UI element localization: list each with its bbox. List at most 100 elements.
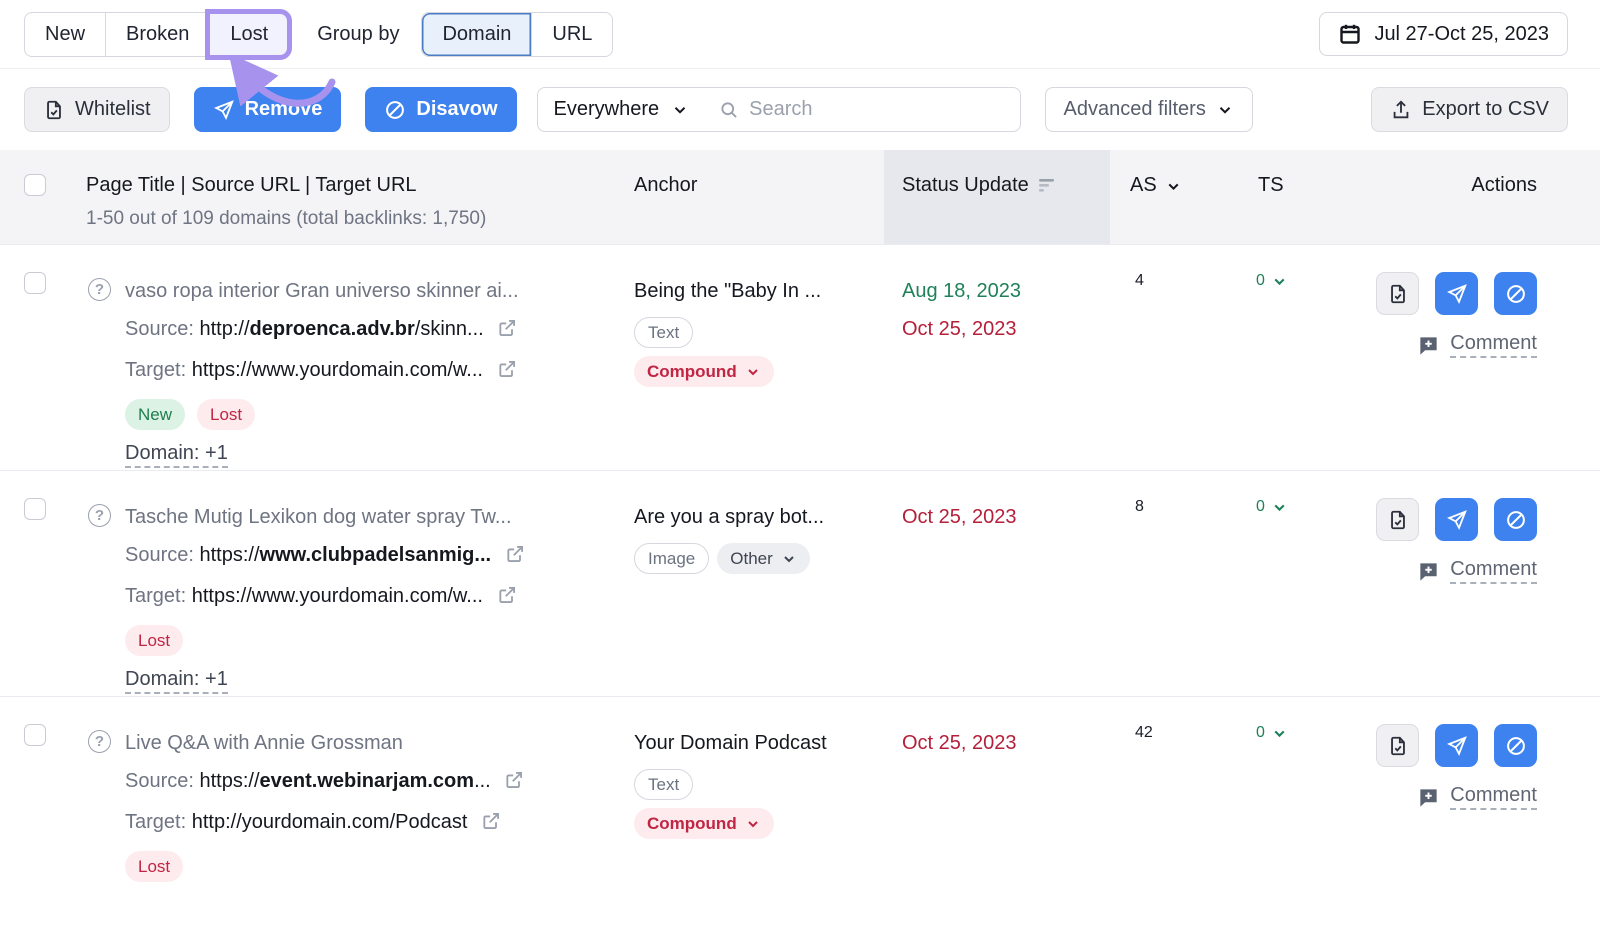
target-url[interactable]: https://www.yourdomain.com/w... (192, 359, 483, 381)
calendar-icon (1338, 22, 1362, 46)
target-url[interactable]: https://www.yourdomain.com/w... (192, 585, 483, 607)
source-url[interactable]: https://www.clubpadelsanmig... (200, 544, 492, 566)
domain-more-link[interactable]: Domain: +1 (125, 668, 228, 694)
comment-add-icon[interactable] (1417, 786, 1440, 809)
disavow-button[interactable]: Disavow (365, 87, 516, 132)
search-input[interactable] (749, 98, 1014, 121)
row-whitelist-button[interactable] (1376, 724, 1419, 767)
column-header-status[interactable]: Status Update (884, 150, 1110, 244)
remove-label: Remove (245, 98, 323, 121)
view-tabs: New Broken Lost (24, 12, 289, 57)
comment-link[interactable]: Comment (1450, 558, 1537, 584)
status-date: Oct 25, 2023 (902, 498, 1110, 536)
status-badge-lost: Lost (197, 399, 255, 430)
group-by-tabs: Domain URL (421, 12, 613, 57)
row-remove-button[interactable] (1435, 272, 1478, 315)
status-date: Oct 25, 2023 (902, 310, 1110, 348)
status-badge-new: New (125, 399, 185, 430)
whitelist-label: Whitelist (75, 98, 151, 121)
table-row: ? vaso ropa interior Gran universo skinn… (0, 244, 1600, 470)
anchor-type-badge: Text (634, 317, 693, 348)
comment-add-icon[interactable] (1417, 334, 1440, 357)
table-header: Page Title | Source URL | Target URL 1-5… (0, 150, 1600, 244)
ts-dropdown[interactable]: 0 (1256, 498, 1288, 516)
page-title: vaso ropa interior Gran universo skinner… (125, 272, 519, 310)
target-url[interactable]: http://yourdomain.com/Podcast (192, 811, 468, 833)
export-csv-button[interactable]: Export to CSV (1371, 87, 1568, 132)
tab-group-url[interactable]: URL (531, 13, 612, 56)
target-label: Target: (125, 811, 186, 833)
comment-add-icon[interactable] (1417, 560, 1440, 583)
anchor-type-badge: Image (634, 543, 709, 574)
source-label: Source: (125, 318, 194, 340)
row-checkbox[interactable] (24, 272, 46, 294)
status-badge-lost: Lost (125, 625, 183, 656)
ts-dropdown[interactable]: 0 (1256, 272, 1288, 290)
source-url[interactable]: https://event.webinarjam.com... (200, 770, 491, 792)
anchor-type-badge: Text (634, 769, 693, 800)
source-label: Source: (125, 544, 194, 566)
export-csv-label: Export to CSV (1422, 98, 1549, 121)
remove-button[interactable]: Remove (194, 87, 342, 132)
comment-link[interactable]: Comment (1450, 332, 1537, 358)
row-disavow-button[interactable] (1494, 272, 1537, 315)
search-scope-dropdown[interactable]: Everywhere (538, 88, 706, 131)
status-date: Oct 25, 2023 (902, 724, 1110, 762)
help-icon[interactable]: ? (88, 730, 111, 753)
target-label: Target: (125, 359, 186, 381)
row-whitelist-button[interactable] (1376, 498, 1419, 541)
anchor-compound-badge[interactable]: Compound (634, 356, 774, 387)
disavow-label: Disavow (416, 98, 497, 121)
search-field (705, 98, 1028, 121)
anchor-other-badge[interactable]: Other (717, 543, 810, 574)
comment-link[interactable]: Comment (1450, 784, 1537, 810)
column-header-anchor[interactable]: Anchor (622, 150, 884, 244)
row-remove-button[interactable] (1435, 498, 1478, 541)
help-icon[interactable]: ? (88, 278, 111, 301)
table-row: ? Live Q&A with Annie Grossman Source: h… (0, 696, 1600, 904)
table-count-summary: 1-50 out of 109 domains (total backlinks… (86, 208, 622, 230)
group-by-label: Group by (317, 23, 399, 46)
whitelist-button[interactable]: Whitelist (24, 87, 170, 132)
column-header-main[interactable]: Page Title | Source URL | Target URL (86, 174, 622, 197)
external-link-icon[interactable] (497, 588, 517, 610)
column-header-as[interactable]: AS (1110, 150, 1230, 244)
chevron-down-icon (1216, 101, 1234, 119)
external-link-icon[interactable] (504, 773, 524, 795)
external-link-icon[interactable] (505, 547, 525, 569)
select-all-checkbox[interactable] (24, 174, 46, 196)
row-checkbox[interactable] (24, 724, 46, 746)
help-icon[interactable]: ? (88, 504, 111, 527)
anchor-compound-badge[interactable]: Compound (634, 808, 774, 839)
row-remove-button[interactable] (1435, 724, 1478, 767)
row-disavow-button[interactable] (1494, 498, 1537, 541)
action-toolbar: Whitelist Remove Disavow Everywhere (0, 69, 1600, 150)
tab-broken[interactable]: Broken (105, 13, 209, 56)
column-header-actions: Actions (1330, 150, 1600, 244)
domain-more-link[interactable]: Domain: +1 (125, 442, 228, 468)
row-whitelist-button[interactable] (1376, 272, 1419, 315)
tab-new[interactable]: New (25, 13, 105, 56)
page-title: Tasche Mutig Lexikon dog water spray Tw.… (125, 498, 525, 536)
external-link-icon[interactable] (481, 814, 501, 836)
block-icon (384, 99, 406, 121)
anchor-text: Being the "Baby In ... (634, 272, 884, 310)
external-link-icon[interactable] (497, 321, 517, 343)
source-url[interactable]: http://deproenca.adv.br/skinn... (200, 318, 484, 340)
search-combo: Everywhere (537, 87, 1021, 132)
tab-group-domain[interactable]: Domain (422, 13, 531, 56)
date-range-label: Jul 27-Oct 25, 2023 (1374, 23, 1549, 46)
chevron-down-icon (671, 101, 689, 119)
column-header-ts[interactable]: TS (1230, 150, 1330, 244)
row-disavow-button[interactable] (1494, 724, 1537, 767)
anchor-text: Your Domain Podcast (634, 724, 884, 762)
external-link-icon[interactable] (497, 362, 517, 384)
page-title: Live Q&A with Annie Grossman (125, 724, 524, 762)
tab-lost[interactable]: Lost (209, 13, 288, 56)
date-range-picker[interactable]: Jul 27-Oct 25, 2023 (1319, 12, 1568, 56)
search-icon (719, 100, 739, 120)
status-badge-lost: Lost (125, 851, 183, 882)
advanced-filters-dropdown[interactable]: Advanced filters (1045, 87, 1253, 132)
ts-dropdown[interactable]: 0 (1256, 724, 1288, 742)
row-checkbox[interactable] (24, 498, 46, 520)
